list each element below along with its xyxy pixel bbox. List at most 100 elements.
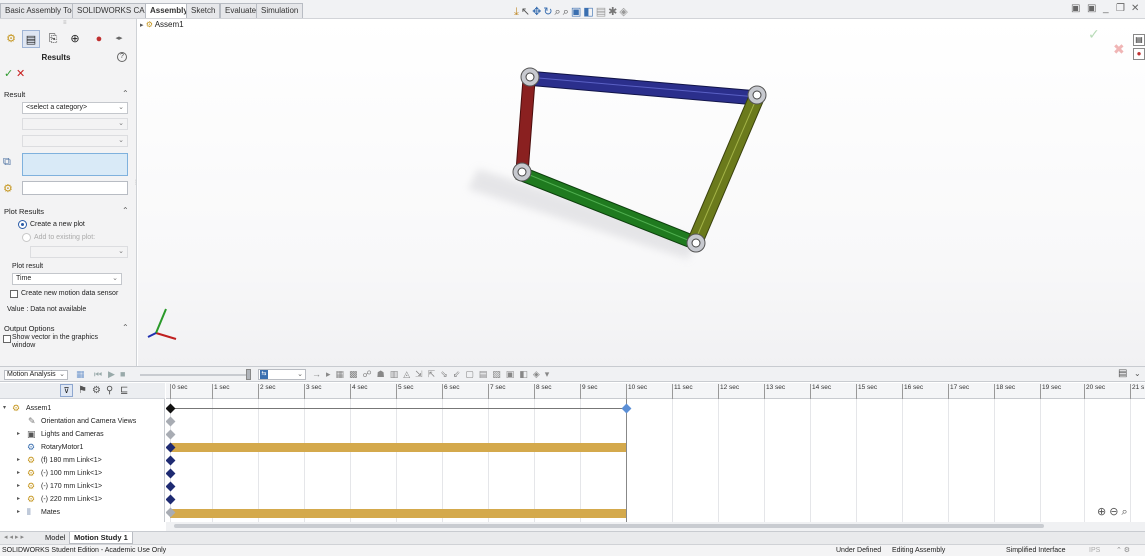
property-manager-tab-icon[interactable]: ▤ — [22, 30, 40, 48]
link-left[interactable] — [515, 78, 536, 174]
confirm-corner-ok-icon[interactable]: ✓ — [1088, 26, 1100, 43]
mates-duration-bar[interactable] — [170, 509, 626, 518]
close-window-icon[interactable]: ✕ — [1131, 4, 1139, 14]
expand-icon[interactable]: ▸ — [17, 506, 20, 519]
status-units[interactable]: IPS — [1089, 545, 1100, 556]
component-reference-box[interactable] — [22, 181, 128, 195]
create-sensor-checkbox[interactable] — [10, 290, 18, 298]
zoom-area-icon[interactable]: ⌕ — [555, 6, 563, 18]
expand-icon[interactable]: ▸ — [17, 467, 20, 480]
joint-top-left[interactable] — [520, 67, 540, 87]
zoom-fit-icon[interactable]: ⤓ — [514, 6, 521, 18]
keypoint[interactable] — [166, 429, 176, 440]
play-icon[interactable]: ▶ — [108, 369, 115, 380]
resources-icon[interactable]: ▤ — [1133, 34, 1145, 46]
tabs-scroll-icon[interactable]: ◂▸ — [110, 30, 128, 48]
keypoint[interactable] — [166, 403, 176, 414]
playback-slider[interactable] — [140, 374, 250, 376]
zoom-icon[interactable]: ⌕ — [563, 6, 571, 18]
expand-icon[interactable]: ▸ — [17, 480, 20, 493]
keypoint[interactable] — [166, 455, 176, 466]
list-item[interactable]: ▸ ⫴ Mates — [0, 506, 165, 519]
list-item[interactable]: ▸ ⚙ (-) 170 mm Link<1> — [0, 480, 165, 493]
motor-duration-bar[interactable] — [170, 443, 626, 452]
stop-icon[interactable]: ■ — [120, 369, 125, 379]
tab-model[interactable]: Model — [41, 532, 69, 544]
expand-icon[interactable]: ▸ — [17, 428, 20, 441]
help-icon[interactable]: ? — [117, 52, 127, 62]
collapse-output-icon[interactable]: ⌃ — [122, 323, 129, 332]
plot-result-select[interactable]: Time ⌄ — [12, 273, 122, 285]
list-item[interactable]: ▸ ⚙ (f) 180 mm Link<1> — [0, 454, 165, 467]
collapse-result-icon[interactable]: ⌃ — [122, 89, 129, 98]
appearances-icon[interactable]: ● — [1133, 48, 1145, 60]
maximize-icon[interactable]: ❐ — [1116, 4, 1125, 14]
tile-icon[interactable]: ▣ — [1087, 4, 1096, 14]
tab-evaluate[interactable]: Evaluate — [220, 3, 262, 18]
feature-tree-root[interactable]: ▸ ⚙ Assem1 — [140, 20, 184, 29]
panel-grip[interactable]: ≡ — [63, 20, 67, 26]
zoom-fit-timeline-icon[interactable]: ⌕ — [1121, 506, 1130, 518]
rotate-icon[interactable]: ↻ — [543, 6, 554, 18]
result-section-header[interactable]: Result — [4, 90, 25, 99]
select-icon[interactable]: ↖ — [521, 6, 532, 18]
keypoint[interactable] — [166, 416, 176, 427]
dimxpert-tab-icon[interactable]: ⊕ — [66, 30, 84, 48]
scrollbar-thumb[interactable] — [174, 524, 1044, 528]
configuration-manager-tab-icon[interactable]: ⎘ — [44, 30, 62, 48]
end-keypoint[interactable] — [621, 403, 632, 414]
keypoint[interactable] — [166, 468, 176, 479]
pan-icon[interactable]: ✥ — [532, 6, 543, 18]
time-ruler[interactable]: 0 sec 1 sec 2 sec 3 sec 4 sec 5 sec 6 se… — [166, 383, 1145, 399]
tree-expand-icon[interactable]: ▸ — [140, 22, 144, 29]
collapse-icon[interactable]: ▾ — [3, 402, 6, 415]
link-top[interactable] — [525, 70, 759, 106]
category-select[interactable]: <select a category> ⌄ — [22, 102, 128, 114]
expand-icon[interactable]: ▸ — [17, 493, 20, 506]
chevron-down-icon[interactable]: ⌄ — [1134, 369, 1141, 378]
motion-tools-icon[interactable]: →▸▦▩☍☗▥◬⇲⇱⇘⇙▢▤▧▣◧◈▾ — [312, 369, 554, 380]
list-item[interactable]: ▾ ⚙ Assem1 — [0, 402, 165, 415]
feature-manager-tab-icon[interactable]: ⚙ — [2, 30, 20, 48]
show-vector-checkbox[interactable] — [3, 335, 11, 343]
hide-show-icon[interactable]: ▤ — [596, 6, 608, 18]
joint-bottom-right[interactable] — [686, 233, 706, 253]
sort-icon[interactable]: ⊑ — [120, 385, 128, 396]
list-item[interactable]: ✎ Orientation and Camera Views — [0, 415, 165, 428]
confirm-corner-cancel-icon[interactable]: ✖ — [1113, 41, 1125, 58]
time-bar[interactable] — [626, 399, 627, 522]
study-type-select[interactable]: Motion Analysis ⌄ — [4, 370, 68, 380]
view-orientation-icon[interactable]: ▣ — [571, 6, 583, 18]
list-item[interactable]: ▸ ⚙ (-) 100 mm Link<1> — [0, 467, 165, 480]
keypoint[interactable] — [166, 494, 176, 505]
play-from-start-icon[interactable]: ⏮ — [94, 369, 102, 380]
display-manager-tab-icon[interactable]: ● — [90, 30, 108, 48]
panel-splitter-handle[interactable]: ⋮ — [133, 179, 136, 186]
restore-panel-icon[interactable]: ▣ — [1071, 4, 1080, 14]
list-item[interactable]: ▸ ▣ Lights and Cameras — [0, 428, 165, 441]
playback-speed-select[interactable]: ⇆ ⌄ — [258, 369, 306, 380]
status-customize-icon[interactable]: ⌃ ⚙ — [1116, 545, 1130, 556]
motion-options-icon[interactable]: ▤ — [1118, 368, 1127, 379]
plot-results-header[interactable]: Plot Results — [4, 207, 44, 216]
filter-selected-icon[interactable]: ⚙ — [92, 385, 101, 396]
entity-selection-box[interactable] — [22, 153, 128, 176]
minimize-icon[interactable]: _ — [1103, 4, 1109, 14]
timeline-scrollbar[interactable] — [166, 522, 1145, 531]
scene-icon[interactable]: ◈ — [619, 6, 629, 18]
calculate-icon[interactable]: ▦ — [76, 369, 85, 380]
filter-animated-icon[interactable]: ⊽ — [60, 384, 73, 397]
zoom-out-icon[interactable]: ⊖ — [1109, 506, 1121, 518]
appearance-icon[interactable]: ✱ — [608, 6, 619, 18]
status-interface[interactable]: Simplified Interface — [1006, 545, 1066, 556]
tab-motion-study-1[interactable]: Motion Study 1 — [69, 532, 133, 544]
output-options-header[interactable]: Output Options — [4, 324, 54, 333]
ok-icon[interactable]: ✓ — [4, 67, 13, 80]
joint-bottom-left[interactable] — [512, 162, 532, 182]
cancel-icon[interactable]: ✕ — [16, 67, 25, 80]
motion-timeline[interactable]: 0 sec 1 sec 2 sec 3 sec 4 sec 5 sec 6 se… — [166, 383, 1145, 522]
list-item[interactable]: ⚙ RotaryMotor1 — [0, 441, 165, 454]
filter-driving-icon[interactable]: ⚑ — [78, 385, 87, 396]
keypoint[interactable] — [166, 481, 176, 492]
playback-slider-thumb[interactable] — [246, 369, 251, 380]
